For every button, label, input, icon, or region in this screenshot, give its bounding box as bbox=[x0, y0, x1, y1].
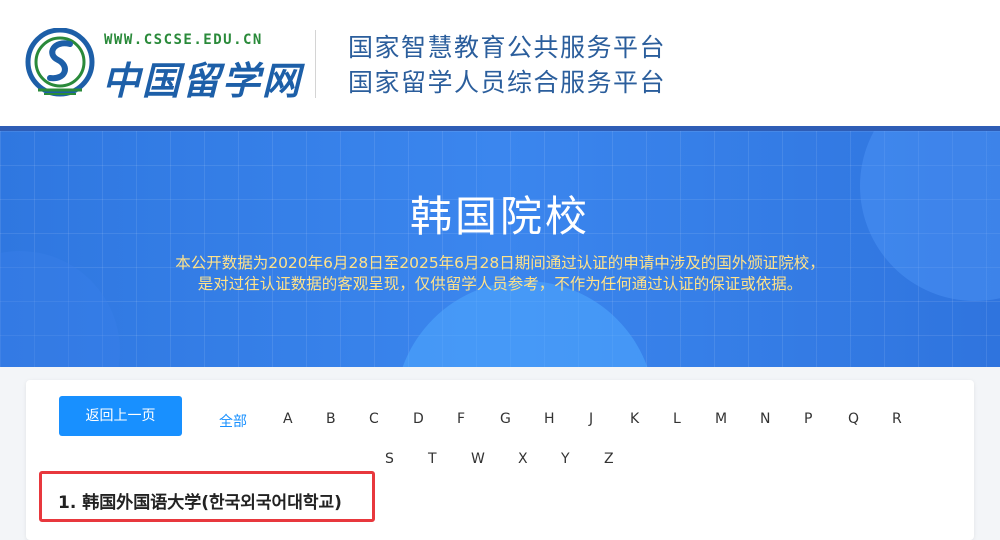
filter-letter-p[interactable]: P bbox=[804, 411, 812, 427]
back-button[interactable]: 返回上一页 bbox=[59, 396, 182, 436]
school-list-card: 返回上一页 全部 A B C D F G H J K L M N P Q R S… bbox=[26, 380, 974, 540]
filter-letter-m[interactable]: M bbox=[715, 411, 727, 427]
filter-letter-g[interactable]: G bbox=[500, 411, 511, 427]
banner-description: 本公开数据为2020年6月28日至2025年6月28日期间通过认证的申请中涉及的… bbox=[0, 253, 1000, 295]
list-item-index: 1. bbox=[58, 493, 77, 513]
filter-all[interactable]: 全部 bbox=[219, 411, 247, 431]
list-item[interactable]: 1. 韩国外国语大学(한국외국어대학교) bbox=[58, 488, 342, 513]
header-divider bbox=[315, 30, 316, 98]
filter-letter-f[interactable]: F bbox=[457, 411, 465, 427]
filter-letter-s[interactable]: S bbox=[385, 451, 394, 467]
globe-logo-icon bbox=[25, 28, 95, 97]
filter-letter-q[interactable]: Q bbox=[848, 411, 859, 427]
logo-url-text: WWW.CSCSE.EDU.CN bbox=[104, 32, 263, 48]
banner-description-line-1: 本公开数据为2020年6月28日至2025年6月28日期间通过认证的申请中涉及的… bbox=[175, 254, 825, 272]
platform-title-2: 国家留学人员综合服务平台 bbox=[348, 68, 667, 97]
banner-description-line-2: 是对过往认证数据的客观呈现，仅供留学人员参考，不作为任何通过认证的保证或依据。 bbox=[197, 275, 803, 293]
page-title: 韩国院校 bbox=[409, 192, 590, 241]
filter-letter-b[interactable]: B bbox=[326, 411, 336, 427]
list-item-school-name[interactable]: 韩国外国语大学(한국외국어대학교) bbox=[82, 493, 342, 513]
filter-letter-r[interactable]: R bbox=[892, 411, 902, 427]
platform-title-1: 国家智慧教育公共服务平台 bbox=[348, 33, 667, 62]
logo-name: 中国留学网 bbox=[102, 58, 303, 103]
filter-letter-z[interactable]: Z bbox=[604, 451, 614, 467]
filter-letter-l[interactable]: L bbox=[673, 411, 681, 427]
filter-letter-h[interactable]: H bbox=[544, 411, 555, 427]
site-logo[interactable]: WWW.CSCSE.EDU.CN 中国留学网 bbox=[24, 28, 300, 103]
site-header: WWW.CSCSE.EDU.CN 中国留学网 国家智慧教育公共服务平台 国家留学… bbox=[0, 0, 1000, 126]
filter-letter-w[interactable]: W bbox=[471, 451, 485, 467]
filter-letter-a[interactable]: A bbox=[283, 411, 293, 427]
filter-letter-t[interactable]: T bbox=[428, 451, 437, 467]
filter-letter-n[interactable]: N bbox=[760, 411, 770, 427]
filter-letter-x[interactable]: X bbox=[518, 451, 528, 467]
filter-letter-k[interactable]: K bbox=[630, 411, 639, 427]
filter-letter-d[interactable]: D bbox=[413, 411, 424, 427]
filter-letter-c[interactable]: C bbox=[369, 411, 379, 427]
page-banner: 韩国院校 本公开数据为2020年6月28日至2025年6月28日期间通过认证的申… bbox=[0, 131, 1000, 367]
platform-titles: 国家智慧教育公共服务平台 国家留学人员综合服务平台 bbox=[348, 30, 666, 100]
filter-letter-j[interactable]: J bbox=[589, 411, 593, 427]
filter-letter-y[interactable]: Y bbox=[561, 451, 570, 467]
